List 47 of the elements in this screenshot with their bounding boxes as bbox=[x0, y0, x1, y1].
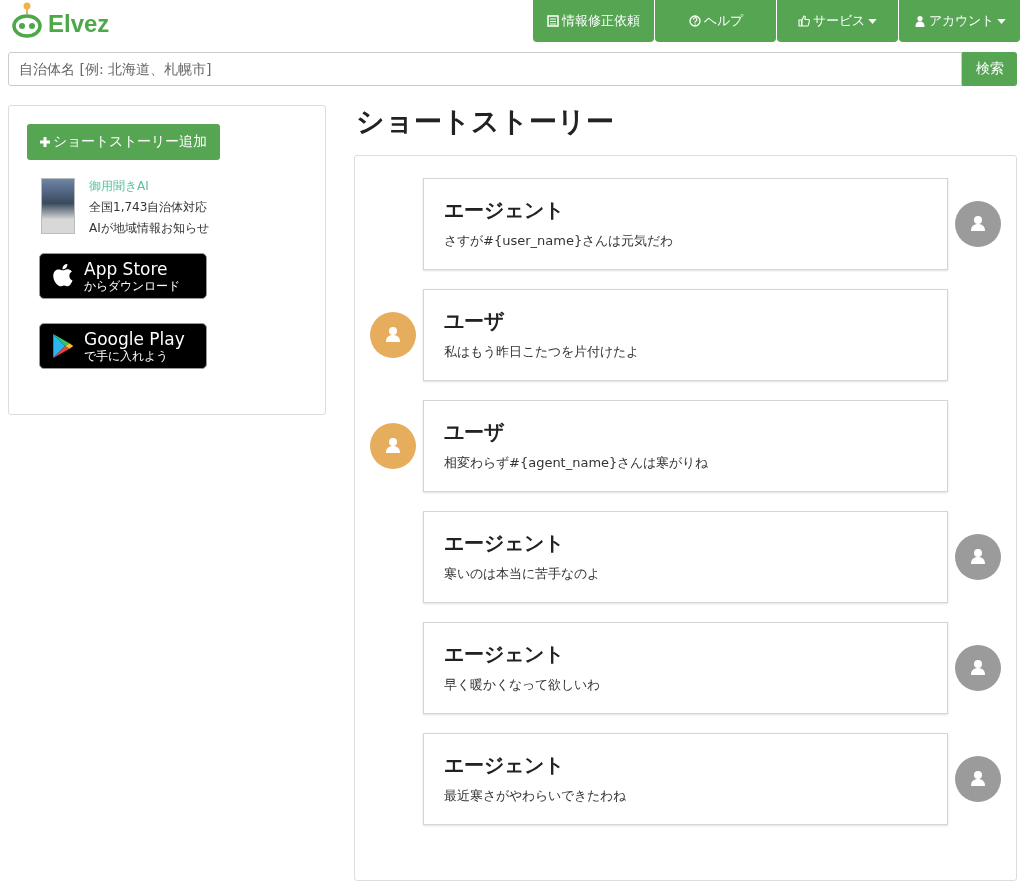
logo-text[interactable]: Elvez bbox=[48, 10, 110, 38]
app-description: AIが地域情報お知らせ bbox=[89, 220, 209, 237]
speaker-name: エージェント bbox=[444, 641, 565, 668]
plus-icon bbox=[40, 137, 50, 147]
caret-icon bbox=[868, 18, 877, 24]
store-badge[interactable]: App Store からダウンロード bbox=[39, 253, 207, 299]
message-text: 早く暖かくなって欲しいわ bbox=[444, 676, 601, 694]
message-text: 最近寒さがやわらいできたわね bbox=[444, 787, 627, 805]
app-description: 全国1,743自治体対応 bbox=[89, 199, 209, 216]
avatar-icon bbox=[955, 534, 1001, 580]
nav-link[interactable]: 情報修正依頼 bbox=[533, 0, 654, 42]
page-title: ショートストーリー bbox=[355, 105, 615, 140]
add-story-button[interactable]: ショートストーリー追加 bbox=[27, 124, 220, 160]
avatar-icon bbox=[955, 756, 1001, 802]
message-text: さすが#{user_name}さんは元気だわ bbox=[444, 232, 675, 250]
avatar-icon bbox=[955, 645, 1001, 691]
speaker-name: エージェント bbox=[444, 752, 565, 779]
thumbs-up-icon bbox=[798, 15, 810, 27]
store-title: Google Play bbox=[84, 329, 185, 349]
search-field[interactable]: 自治体名 [例: 北海道、札幌市] bbox=[8, 52, 962, 86]
user-icon bbox=[913, 15, 926, 27]
app-screenshot-placeholder bbox=[41, 178, 75, 234]
store-badge[interactable]: Google Play で手に入れよう bbox=[39, 323, 207, 369]
app-name-link[interactable]: 御用聞きAI bbox=[89, 178, 209, 195]
play-triangle-icon bbox=[52, 333, 74, 359]
message-text: 相変わらず#{agent_name}さんは寒がりね bbox=[444, 454, 710, 472]
avatar-icon bbox=[370, 312, 416, 358]
store-subtitle: で手に入れよう bbox=[84, 348, 168, 363]
speaker-name: エージェント bbox=[444, 197, 565, 224]
nav-link[interactable]: アカウント bbox=[899, 0, 1020, 42]
message-text: 寒いのは本当に苦手なのよ bbox=[444, 565, 601, 583]
speaker-name: エージェント bbox=[444, 530, 565, 557]
robot-logo-icon bbox=[12, 2, 42, 38]
search-button[interactable]: 検索 bbox=[962, 52, 1017, 86]
speaker-name: ユーザ bbox=[444, 308, 505, 335]
nav-link[interactable]: サービス bbox=[777, 0, 898, 42]
document-icon bbox=[547, 15, 559, 27]
avatar-icon bbox=[955, 201, 1001, 247]
avatar-icon bbox=[370, 423, 416, 469]
help-icon bbox=[688, 15, 701, 27]
message-text: 私はもう昨日こたつを片付けたよ bbox=[444, 343, 640, 361]
store-title: App Store bbox=[84, 259, 169, 279]
caret-icon bbox=[996, 18, 1006, 24]
nav-link[interactable]: ヘルプ bbox=[655, 0, 776, 42]
speaker-name: ユーザ bbox=[444, 419, 505, 446]
apple-icon bbox=[52, 263, 74, 289]
store-subtitle: からダウンロード bbox=[84, 278, 180, 293]
